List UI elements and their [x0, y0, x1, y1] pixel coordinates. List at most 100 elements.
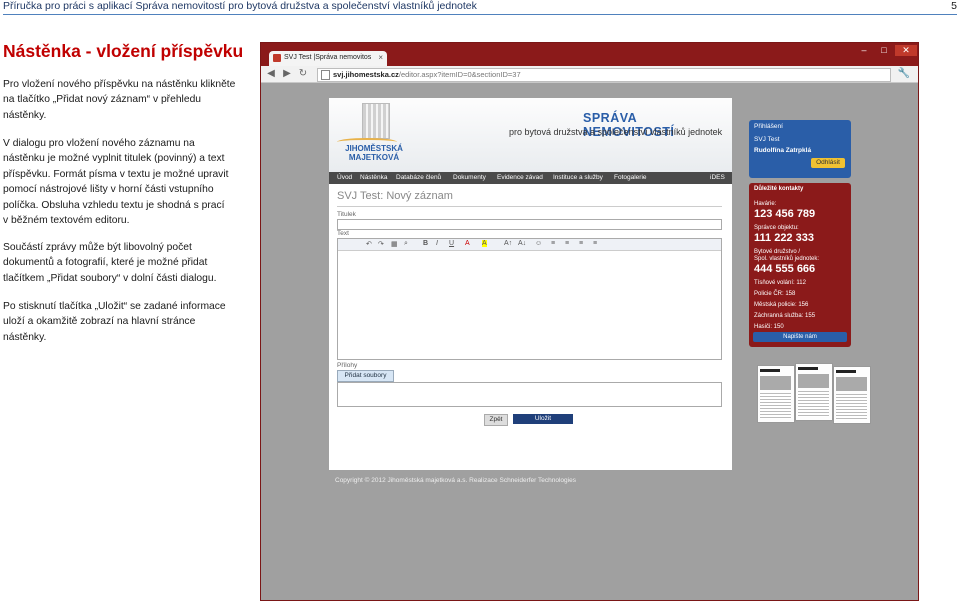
paragraph-attachments: Součástí zprávy může být libovolný počet…: [3, 240, 243, 286]
minimize-button[interactable]: –: [855, 45, 873, 56]
italic-icon[interactable]: I: [436, 240, 438, 247]
text-line: v běžném textovém editoru.: [3, 215, 130, 227]
url-host: svj.jihomestska.cz: [333, 70, 399, 79]
tisnove-volani: Tísňové volání: 112: [754, 280, 806, 286]
section-title: Nástěnka - vložení příspěvku: [3, 41, 244, 61]
mestska-policie: Městská policie: 156: [754, 302, 809, 308]
druzstvo-label: Bytové družstvo /: [754, 249, 801, 255]
rich-text-editor[interactable]: ↶ ↷ ▦ ⌕ B I U A A A↑ A↓ ☺ ≡ ≡ ≡ ≡: [337, 238, 722, 360]
newsletter-thumbnail[interactable]: [757, 365, 795, 423]
policie: Policie ČR: 158: [754, 291, 796, 297]
newsletter-thumbnail[interactable]: [795, 363, 833, 421]
druzstvo-label: Spol. vlastníků jednotek:: [754, 256, 820, 262]
text-line: Součástí zprávy může být libovolný počet: [3, 242, 192, 253]
page-header: Příručka pro práci s aplikací Správa nem…: [0, 0, 960, 14]
align-left-icon[interactable]: ≡: [551, 240, 555, 247]
spravce-number: 111 222 333: [754, 232, 814, 244]
undo-icon[interactable]: ↶: [366, 240, 372, 248]
contacts-panel: Důležité kontakty Havárie: 123 456 789 S…: [749, 183, 851, 347]
align-justify-icon[interactable]: ≡: [593, 240, 597, 247]
document-title: Příručka pro práci s aplikací Správa nem…: [3, 0, 477, 12]
user-organization: SVJ Test: [754, 136, 780, 143]
text-line: Pro vložení nového příspěvku na nástěnku…: [3, 79, 236, 90]
text-line: nástěnku je možné vyplnit titulek (povin…: [3, 153, 225, 165]
site-page: JIHOMĚSTSKÁ MAJETKOVÁ SPRÁVA NEMOVITOSTÍ…: [329, 98, 732, 470]
back-icon[interactable]: ◀: [265, 68, 277, 80]
write-us-button[interactable]: Napište nám: [753, 332, 847, 342]
paragraph-dialog: V dialogu pro vložení nového záznamu na …: [3, 136, 243, 228]
text-line: tlačítkem „Přidat soubory“ v dolní části…: [3, 272, 217, 284]
editor-toolbar: ↶ ↷ ▦ ⌕ B I U A A A↑ A↓ ☺ ≡ ≡ ≡ ≡: [338, 239, 721, 251]
underline-icon[interactable]: U: [449, 240, 454, 247]
user-name: Rudolfína Zatrpklá: [754, 147, 812, 154]
smiley-icon[interactable]: ☺: [535, 240, 542, 247]
text-line: uloží a okamžitě zobrazí na hlavní strán…: [3, 316, 196, 328]
font-color-icon[interactable]: A: [465, 240, 470, 247]
align-right-icon[interactable]: ≡: [579, 240, 583, 247]
tab-close-icon[interactable]: ×: [378, 53, 383, 62]
page-number: 5: [951, 0, 957, 12]
title-input[interactable]: [337, 219, 722, 230]
browser-screenshot: SVJ Test |Správa nemovitos × – □ ✕ ◀ ▶ ↻…: [260, 42, 919, 601]
newsletter-masthead: [760, 369, 780, 372]
redo-icon[interactable]: ↷: [378, 240, 384, 248]
newsletter-masthead: [798, 367, 818, 370]
nav-instituce[interactable]: Instituce a služby: [553, 174, 603, 181]
reload-icon[interactable]: ↻: [297, 68, 309, 80]
header-rule: [3, 14, 957, 15]
find-icon[interactable]: ⌕: [404, 240, 408, 248]
table-icon[interactable]: ▦: [391, 240, 398, 248]
newsletter-masthead: [836, 370, 856, 373]
havarie-label: Havárie:: [754, 201, 777, 207]
nav-dokumenty[interactable]: Dokumenty: [453, 174, 486, 181]
site-footer: Copyright © 2012 Jihoměstská majetková a…: [335, 477, 576, 484]
forward-icon[interactable]: ▶: [281, 68, 293, 80]
nav-uvod[interactable]: Úvod: [337, 174, 352, 181]
paragraph-save: Po stisknutí tlačítka „Uložit“ se zadané…: [3, 299, 243, 345]
newsletter-image: [836, 377, 867, 391]
page-icon: [321, 70, 330, 80]
save-button[interactable]: Uložit: [513, 414, 573, 424]
browser-toolbar: ◀ ▶ ↻ svj.jihomestska.cz/editor.aspx?ite…: [261, 66, 918, 83]
nav-databaze[interactable]: Databáze členů: [396, 174, 441, 181]
newsletter-thumbnail[interactable]: [833, 366, 871, 424]
text-line: pomocí nástrojové lišty v horní části vs…: [3, 184, 214, 196]
spravce-label: Správce objektu:: [754, 225, 799, 231]
newsletter-text: [760, 393, 791, 419]
nav-evidence[interactable]: Evidence závad: [497, 174, 543, 181]
browser-tab[interactable]: SVJ Test |Správa nemovitos ×: [269, 51, 387, 66]
nav-ides[interactable]: iDES: [710, 174, 725, 181]
text-line: Po stisknutí tlačítka „Uložit“ se zadané…: [3, 301, 226, 312]
bold-icon[interactable]: B: [423, 240, 428, 247]
logo-line: MAJETKOVÁ: [348, 153, 400, 162]
login-panel: Přihlášení SVJ Test Rudolfína Zatrpklá O…: [749, 120, 851, 178]
title-label: Titulek: [337, 211, 356, 218]
paragraph-add-record: Pro vložení nového příspěvku na nástěnku…: [3, 77, 243, 123]
add-files-button[interactable]: Přidat soubory: [337, 370, 394, 382]
font-grow-icon[interactable]: A↑: [504, 240, 512, 247]
text-label: Text: [337, 230, 349, 237]
nav-nastenka[interactable]: Nástěnka: [360, 174, 387, 181]
site-nav: Úvod Nástěnka Databáze členů Dokumenty E…: [329, 172, 732, 184]
divider: [337, 206, 722, 207]
logout-button[interactable]: Odhlásit: [811, 158, 845, 168]
close-button[interactable]: ✕: [895, 45, 917, 56]
font-shrink-icon[interactable]: A↓: [518, 240, 526, 247]
brand-tagline: pro bytová družstva a společenství vlast…: [509, 127, 723, 137]
address-bar[interactable]: svj.jihomestska.cz/editor.aspx?itemID=0&…: [317, 68, 891, 82]
highlight-icon[interactable]: A: [482, 240, 487, 247]
text-line: na tlačítko „Přidat nový záznam“ v přehl…: [3, 94, 202, 106]
attachments-box: [337, 382, 722, 407]
wrench-icon[interactable]: 🔧: [897, 68, 911, 80]
back-button[interactable]: Zpět: [484, 414, 508, 426]
favicon-icon: [273, 54, 281, 62]
maximize-button[interactable]: □: [875, 45, 893, 56]
contacts-title: Důležité kontakty: [754, 186, 804, 192]
tab-title: SVJ Test |Správa nemovitos: [284, 54, 372, 61]
zachranna-sluzba: Záchranná služba: 155: [754, 313, 816, 319]
nav-fotogalerie[interactable]: Fotogalerie: [614, 174, 647, 181]
newsletter-text: [836, 394, 867, 420]
havarie-number: 123 456 789: [754, 208, 816, 220]
align-center-icon[interactable]: ≡: [565, 240, 569, 247]
text-line: nástěnky.: [3, 109, 47, 121]
